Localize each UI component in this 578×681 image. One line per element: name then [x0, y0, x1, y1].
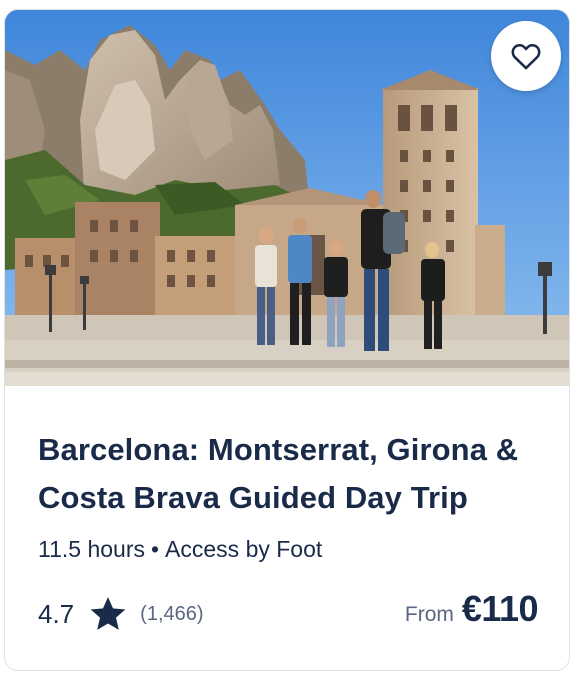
meta-separator: • — [150, 536, 160, 562]
price-value: €110 — [461, 588, 539, 629]
activity-rating: 4.7 (1,466) — [38, 594, 204, 634]
review-count: (1,466) — [140, 602, 204, 625]
activity-details: Barcelona: Montserrat, Girona & Costa Br… — [5, 386, 569, 670]
activity-photo[interactable] — [5, 10, 569, 386]
activity-card[interactable]: Barcelona: Montserrat, Girona & Costa Br… — [4, 9, 570, 671]
activity-title[interactable]: Barcelona: Montserrat, Girona & Costa Br… — [38, 426, 548, 522]
activity-meta: 11.5 hours • Access by Foot — [38, 536, 322, 563]
price-prefix: From — [404, 603, 454, 626]
star-icon — [90, 597, 126, 630]
activity-price: From €110 — [404, 588, 539, 630]
heart-outline-icon — [511, 43, 541, 70]
activity-duration: 11.5 hours — [38, 536, 145, 562]
rating-value: 4.7 — [38, 598, 75, 629]
montserrat-photo — [5, 10, 569, 386]
activity-feature: Access by Foot — [165, 536, 323, 562]
wishlist-button[interactable] — [491, 21, 561, 91]
